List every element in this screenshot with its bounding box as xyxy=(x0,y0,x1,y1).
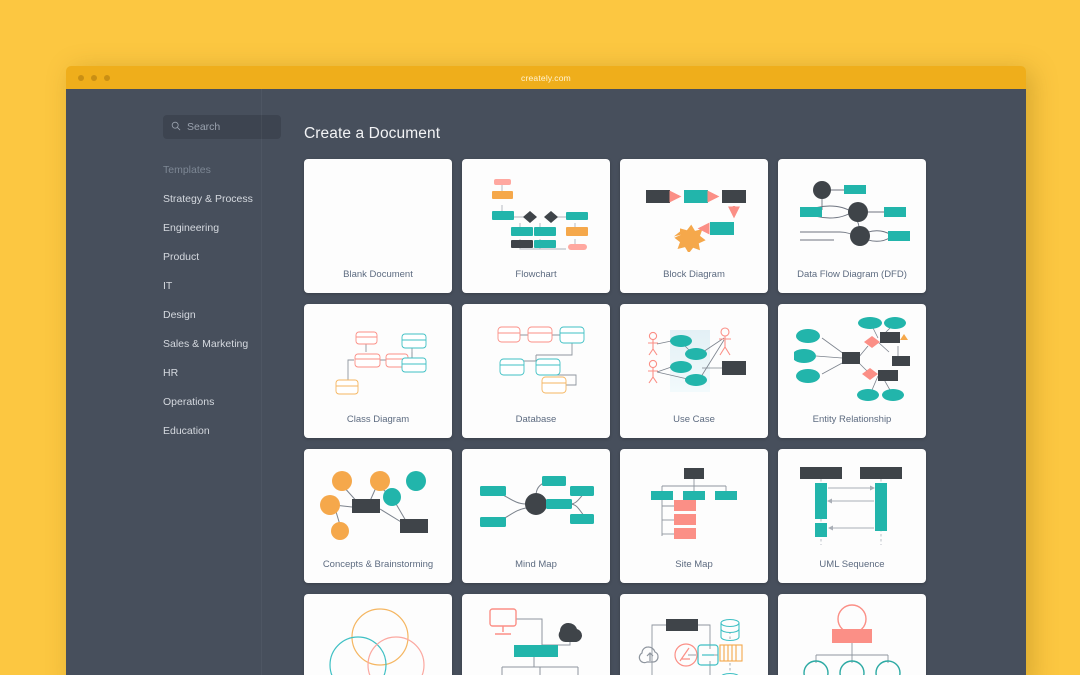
thumbnail-use-case xyxy=(620,304,768,414)
app-body: Search Templates Strategy & Process Engi… xyxy=(66,89,1026,675)
sidebar-item-strategy-process[interactable]: Strategy & Process xyxy=(163,193,262,205)
template-card-mind-map[interactable]: Mind Map xyxy=(462,449,610,583)
template-card-label: Block Diagram xyxy=(663,269,725,280)
minimize-dot[interactable] xyxy=(91,74,97,81)
template-card-org-chart[interactable] xyxy=(778,594,926,675)
template-card-architecture-diagram[interactable] xyxy=(620,594,768,675)
template-card-label: Entity Relationship xyxy=(812,414,892,425)
thumbnail-concepts xyxy=(304,449,452,559)
thumbnail-dfd xyxy=(778,159,926,269)
browser-titlebar: creately.com xyxy=(66,66,1026,89)
thumbnail-erd xyxy=(778,304,926,414)
template-card-uml-sequence[interactable]: UML Sequence xyxy=(778,449,926,583)
thumbnail-site-map xyxy=(620,449,768,559)
close-dot[interactable] xyxy=(78,74,84,81)
template-grid: Blank Document Flowchart Block Diagram D… xyxy=(304,159,1026,675)
sidebar-item-product[interactable]: Product xyxy=(163,251,262,263)
sidebar-item-design[interactable]: Design xyxy=(163,309,262,321)
thumbnail-class-diagram xyxy=(304,304,452,414)
template-card-label: Blank Document xyxy=(343,269,413,280)
template-card-venn-diagram[interactable] xyxy=(304,594,452,675)
sidebar-item-hr[interactable]: HR xyxy=(163,367,262,379)
template-card-label: Data Flow Diagram (DFD) xyxy=(797,269,907,280)
thumbnail-database xyxy=(462,304,610,414)
sidebar-nav: Templates Strategy & Process Engineering… xyxy=(66,164,262,437)
template-card-label: Flowchart xyxy=(515,269,557,280)
template-card-site-map[interactable]: Site Map xyxy=(620,449,768,583)
template-card-label: UML Sequence xyxy=(819,559,885,570)
template-card-flowchart[interactable]: Flowchart xyxy=(462,159,610,293)
thumbnail-network xyxy=(462,594,610,675)
sidebar-item-education[interactable]: Education xyxy=(163,425,262,437)
template-card-label: Class Diagram xyxy=(346,414,410,425)
search-placeholder: Search xyxy=(187,121,221,133)
template-card-database[interactable]: Database xyxy=(462,304,610,438)
sidebar-heading-templates: Templates xyxy=(163,164,211,176)
template-card-label: Use Case xyxy=(673,414,715,425)
thumbnail-org-chart xyxy=(778,594,926,675)
template-card-network-diagram[interactable] xyxy=(462,594,610,675)
sidebar-item-sales-marketing[interactable]: Sales & Marketing xyxy=(163,338,262,350)
template-card-use-case[interactable]: Use Case xyxy=(620,304,768,438)
address-bar-url[interactable]: creately.com xyxy=(66,73,1026,83)
sidebar-item-it[interactable]: IT xyxy=(163,280,262,292)
template-card-entity-relationship[interactable]: Entity Relationship xyxy=(778,304,926,438)
template-card-class-diagram[interactable]: Class Diagram xyxy=(304,304,452,438)
main-content: Create a Document Blank Document Flowcha… xyxy=(262,89,1026,675)
thumbnail-block-diagram xyxy=(620,159,768,269)
template-card-block-diagram[interactable]: Block Diagram xyxy=(620,159,768,293)
thumbnail-flowchart xyxy=(462,159,610,269)
template-card-label: Concepts & Brainstorming xyxy=(322,559,434,570)
window-controls xyxy=(78,74,110,81)
template-card-label: Mind Map xyxy=(515,559,557,570)
sidebar-item-operations[interactable]: Operations xyxy=(163,396,262,408)
browser-window: creately.com Search Templates Strategy &… xyxy=(66,66,1026,675)
thumbnail-blank xyxy=(304,159,452,269)
thumbnail-venn xyxy=(304,594,452,675)
maximize-dot[interactable] xyxy=(104,74,110,81)
template-card-data-flow-diagram[interactable]: Data Flow Diagram (DFD) xyxy=(778,159,926,293)
thumbnail-uml-sequence xyxy=(778,449,926,559)
search-icon xyxy=(171,118,181,136)
sidebar-item-engineering[interactable]: Engineering xyxy=(163,222,262,234)
thumbnail-mind-map xyxy=(462,449,610,559)
template-card-label: Site Map xyxy=(675,559,713,570)
template-card-label: Database xyxy=(515,414,557,425)
sidebar: Search Templates Strategy & Process Engi… xyxy=(66,89,281,675)
thumbnail-architecture xyxy=(620,594,768,675)
search-input[interactable]: Search xyxy=(163,115,281,139)
template-card-blank-document[interactable]: Blank Document xyxy=(304,159,452,293)
template-card-concepts-brainstorming[interactable]: Concepts & Brainstorming xyxy=(304,449,452,583)
page-title: Create a Document xyxy=(304,125,441,142)
